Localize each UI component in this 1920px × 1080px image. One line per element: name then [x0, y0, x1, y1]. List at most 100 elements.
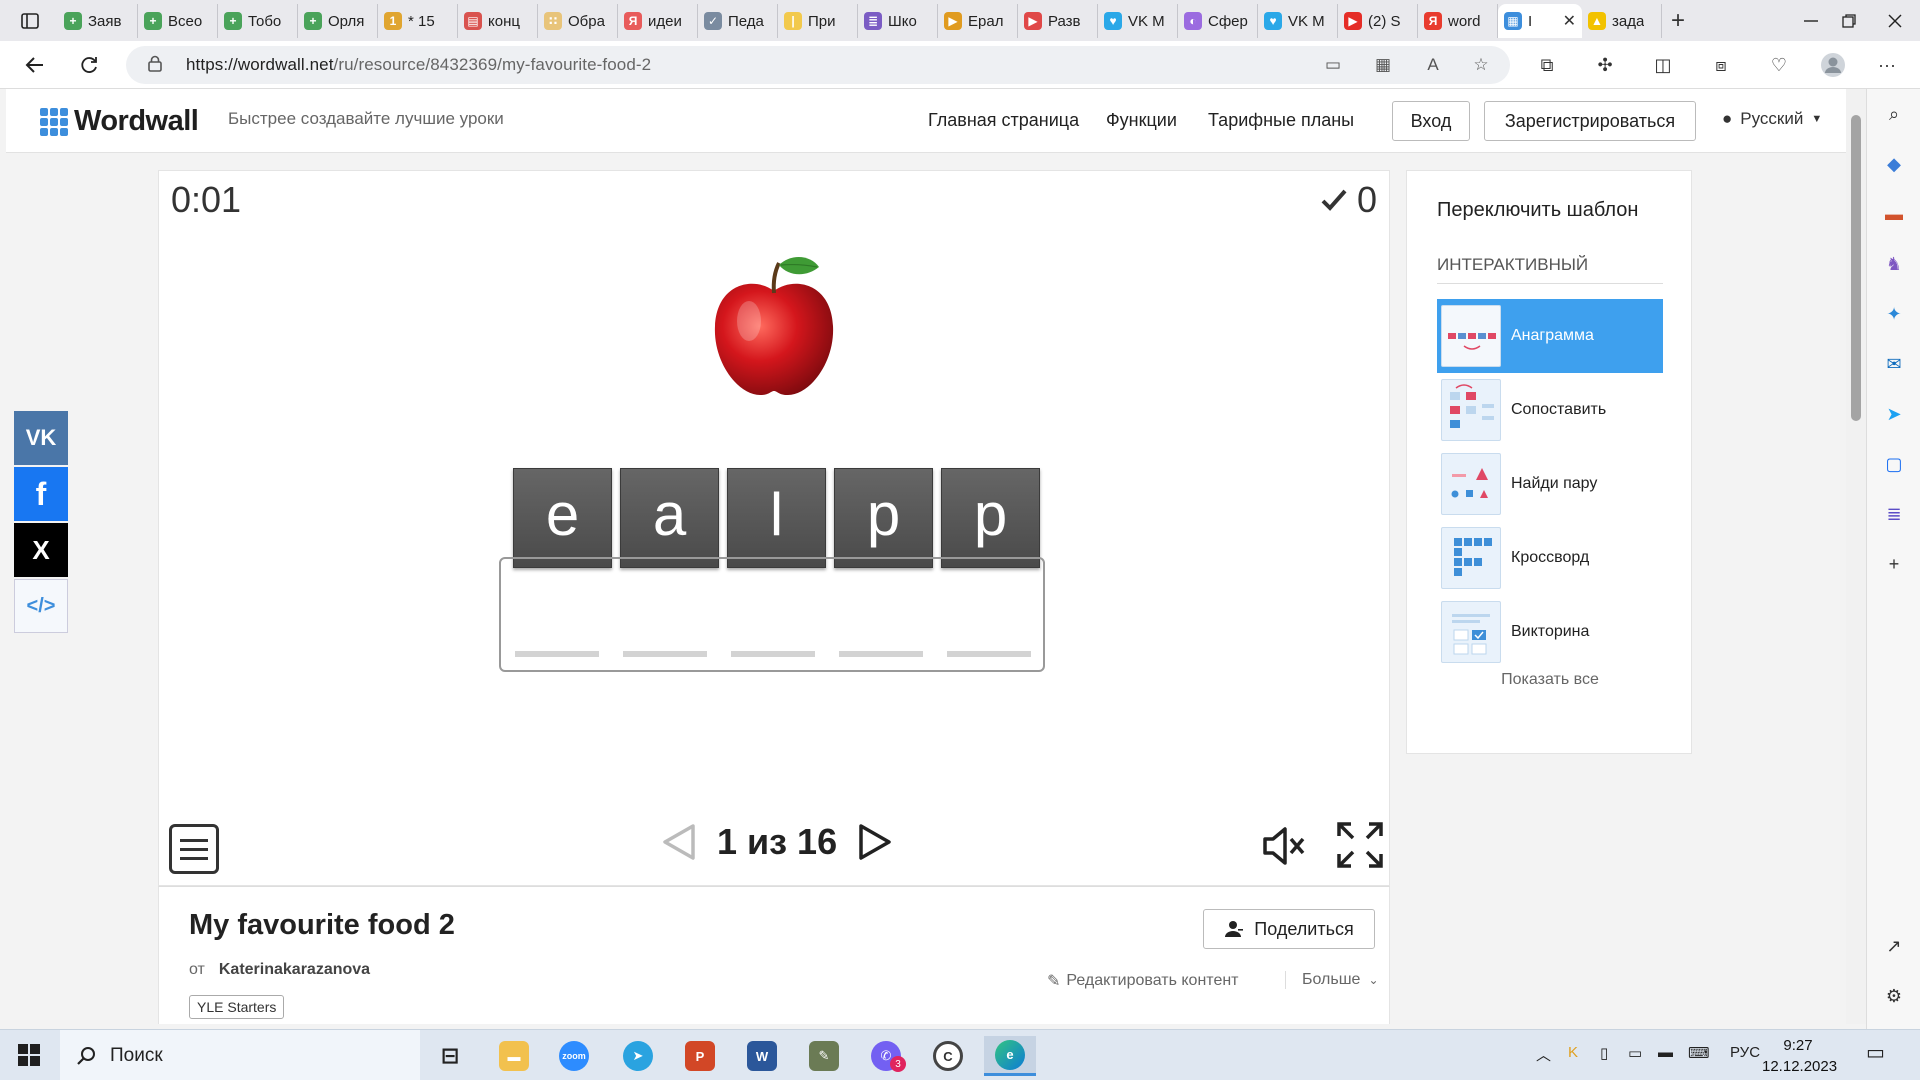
drop-icon[interactable]: ➤ — [1879, 399, 1909, 429]
author-link[interactable]: Katerinakarazanova — [219, 961, 370, 979]
reader-view-icon[interactable]: ▦ — [1370, 53, 1396, 77]
more-dropdown[interactable]: Больше ⌄ — [1285, 971, 1379, 989]
nav-home[interactable]: Главная страница — [928, 110, 1079, 131]
browser-tab[interactable]: | При — [778, 4, 858, 38]
browser-tab[interactable]: ▤ конц — [458, 4, 538, 38]
restore-button[interactable] — [1826, 6, 1872, 36]
edit-content-link[interactable]: ✎ Редактировать контент — [1047, 971, 1239, 991]
register-button[interactable]: Зарегистрироваться — [1484, 101, 1696, 141]
tray-keyboard-icon[interactable]: ⌨ — [1688, 1044, 1710, 1062]
more-options-icon[interactable]: ··· — [1872, 50, 1902, 80]
install-app-icon[interactable]: ▭ — [1320, 53, 1346, 77]
answer-box[interactable] — [499, 557, 1045, 672]
browser-tab[interactable]: ∷ Обра — [538, 4, 618, 38]
cortex-app-icon[interactable]: C — [922, 1036, 974, 1076]
nav-features[interactable]: Функции — [1106, 110, 1177, 131]
tag-badge[interactable]: YLE Starters — [189, 995, 285, 1019]
tray-app-icon[interactable]: K — [1568, 1044, 1578, 1061]
letter-tile[interactable]: l — [727, 468, 826, 568]
answer-slot[interactable] — [623, 651, 707, 657]
browser-tab[interactable]: + Заяв — [58, 4, 138, 38]
share-facebook-button[interactable]: f — [14, 467, 68, 521]
browser-tab[interactable]: Яидеи — [618, 4, 698, 38]
telegram-icon[interactable]: ➤ — [612, 1036, 664, 1076]
share-x-button[interactable]: X — [14, 523, 68, 577]
prev-arrow-icon[interactable] — [659, 822, 699, 862]
tray-chevron-icon[interactable]: ︿ — [1536, 1044, 1551, 1065]
collections-icon[interactable]: ⧈ — [1706, 50, 1736, 80]
taskbar-search[interactable]: Поиск — [60, 1030, 420, 1080]
open-external-icon[interactable]: ↗ — [1879, 931, 1909, 961]
wordwall-logo[interactable]: Wordwall — [40, 105, 199, 138]
favorite-star-icon[interactable]: ☆ — [1468, 53, 1494, 77]
browser-tab[interactable]: ✓ Педа — [698, 4, 778, 38]
outlook-icon[interactable]: ✉ — [1879, 349, 1909, 379]
browser-tab[interactable]: ▶ Разв — [1018, 4, 1098, 38]
mute-icon[interactable] — [1259, 821, 1309, 871]
tray-network-icon[interactable]: ▭ — [1628, 1044, 1642, 1062]
template-crossword[interactable]: Кроссворд — [1437, 521, 1663, 595]
powerpoint-icon[interactable]: P — [674, 1036, 726, 1076]
letter-tile[interactable]: e — [513, 468, 612, 568]
letter-tile[interactable]: p — [834, 468, 933, 568]
tools-icon[interactable]: ▬ — [1879, 199, 1909, 229]
browser-tab-active[interactable]: ▦ I ✕ — [1498, 4, 1582, 38]
next-arrow-icon[interactable] — [855, 822, 895, 862]
close-tab-icon[interactable]: ✕ — [1563, 11, 1576, 31]
tab-actions-icon[interactable] — [14, 8, 46, 34]
browser-tab[interactable]: Яword — [1418, 4, 1498, 38]
copilot-icon[interactable]: ✦ — [1879, 299, 1909, 329]
viber-icon[interactable]: ✆ 3 — [860, 1036, 912, 1076]
browser-tab[interactable]: + Всео — [138, 4, 218, 38]
input-language[interactable]: РУС — [1730, 1044, 1760, 1061]
browser-tab[interactable]: ◐ Сфер — [1178, 4, 1258, 38]
fullscreen-icon[interactable] — [1335, 820, 1385, 870]
notes-icon[interactable]: ≣ — [1879, 499, 1909, 529]
answer-slot[interactable] — [731, 651, 815, 657]
split-window-icon[interactable]: ◫ — [1648, 50, 1678, 80]
browser-tab[interactable]: + Тобо — [218, 4, 298, 38]
task-view-icon[interactable]: ⊟ — [424, 1036, 476, 1076]
game-menu-button[interactable] — [169, 824, 219, 874]
tray-battery-icon[interactable]: ▬ — [1658, 1044, 1673, 1061]
tray-usb-icon[interactable]: ▯ — [1600, 1044, 1608, 1062]
messenger-icon[interactable]: ▢ — [1879, 449, 1909, 479]
language-selector[interactable]: ● Русский ▼ — [1722, 109, 1822, 129]
answer-slot[interactable] — [839, 651, 923, 657]
browser-essentials-icon[interactable]: ♡ — [1764, 50, 1794, 80]
nav-pricing[interactable]: Тарифные планы — [1208, 110, 1354, 131]
browser-tab[interactable]: + Орля — [298, 4, 378, 38]
shopping-tag-icon[interactable]: ◆ — [1879, 149, 1909, 179]
browser-tab[interactable]: ▶ (2) S — [1338, 4, 1418, 38]
add-sidebar-icon[interactable]: + — [1879, 549, 1909, 579]
browser-tab[interactable]: ♥ VK M — [1098, 4, 1178, 38]
refresh-button[interactable] — [72, 49, 106, 81]
games-icon[interactable]: ♞ — [1879, 249, 1909, 279]
edge-taskbar-icon[interactable]: e — [984, 1036, 1036, 1076]
page-scrollbar[interactable] — [1846, 89, 1866, 1024]
show-all-templates-link[interactable]: Показать все — [1437, 671, 1663, 689]
browser-tab[interactable]: ▲ зада — [1582, 4, 1662, 38]
taskbar-clock[interactable]: 9:27 12.12.2023 — [1762, 1035, 1837, 1077]
browser-tab[interactable]: ≣ Шко — [858, 4, 938, 38]
template-quiz[interactable]: Викторина — [1437, 595, 1663, 669]
word-icon[interactable]: W — [736, 1036, 788, 1076]
template-anagram[interactable]: Анаграмма — [1437, 299, 1663, 373]
sidebar-settings-icon[interactable]: ⚙ — [1879, 981, 1909, 1011]
extensions-icon[interactable]: ✣ — [1590, 50, 1620, 80]
answer-slot[interactable] — [515, 651, 599, 657]
read-aloud-icon[interactable]: A — [1420, 53, 1446, 77]
share-button[interactable]: Поделиться — [1203, 909, 1375, 949]
template-match[interactable]: Сопоставить — [1437, 373, 1663, 447]
search-icon[interactable]: ⌕ — [1879, 99, 1909, 129]
notifications-icon[interactable]: ▭ — [1866, 1040, 1885, 1065]
share-vk-button[interactable]: VK — [14, 411, 68, 465]
embed-button[interactable]: </> — [14, 579, 68, 633]
lock-icon[interactable] — [148, 55, 162, 76]
back-button[interactable] — [18, 49, 52, 81]
profile-avatar[interactable] — [1818, 50, 1848, 80]
file-explorer-icon[interactable]: ▬ — [488, 1036, 540, 1076]
split-screen-icon[interactable]: ⧉ — [1532, 50, 1562, 80]
letter-tile[interactable]: p — [941, 468, 1040, 568]
windows-start-icon[interactable] — [18, 1044, 40, 1066]
